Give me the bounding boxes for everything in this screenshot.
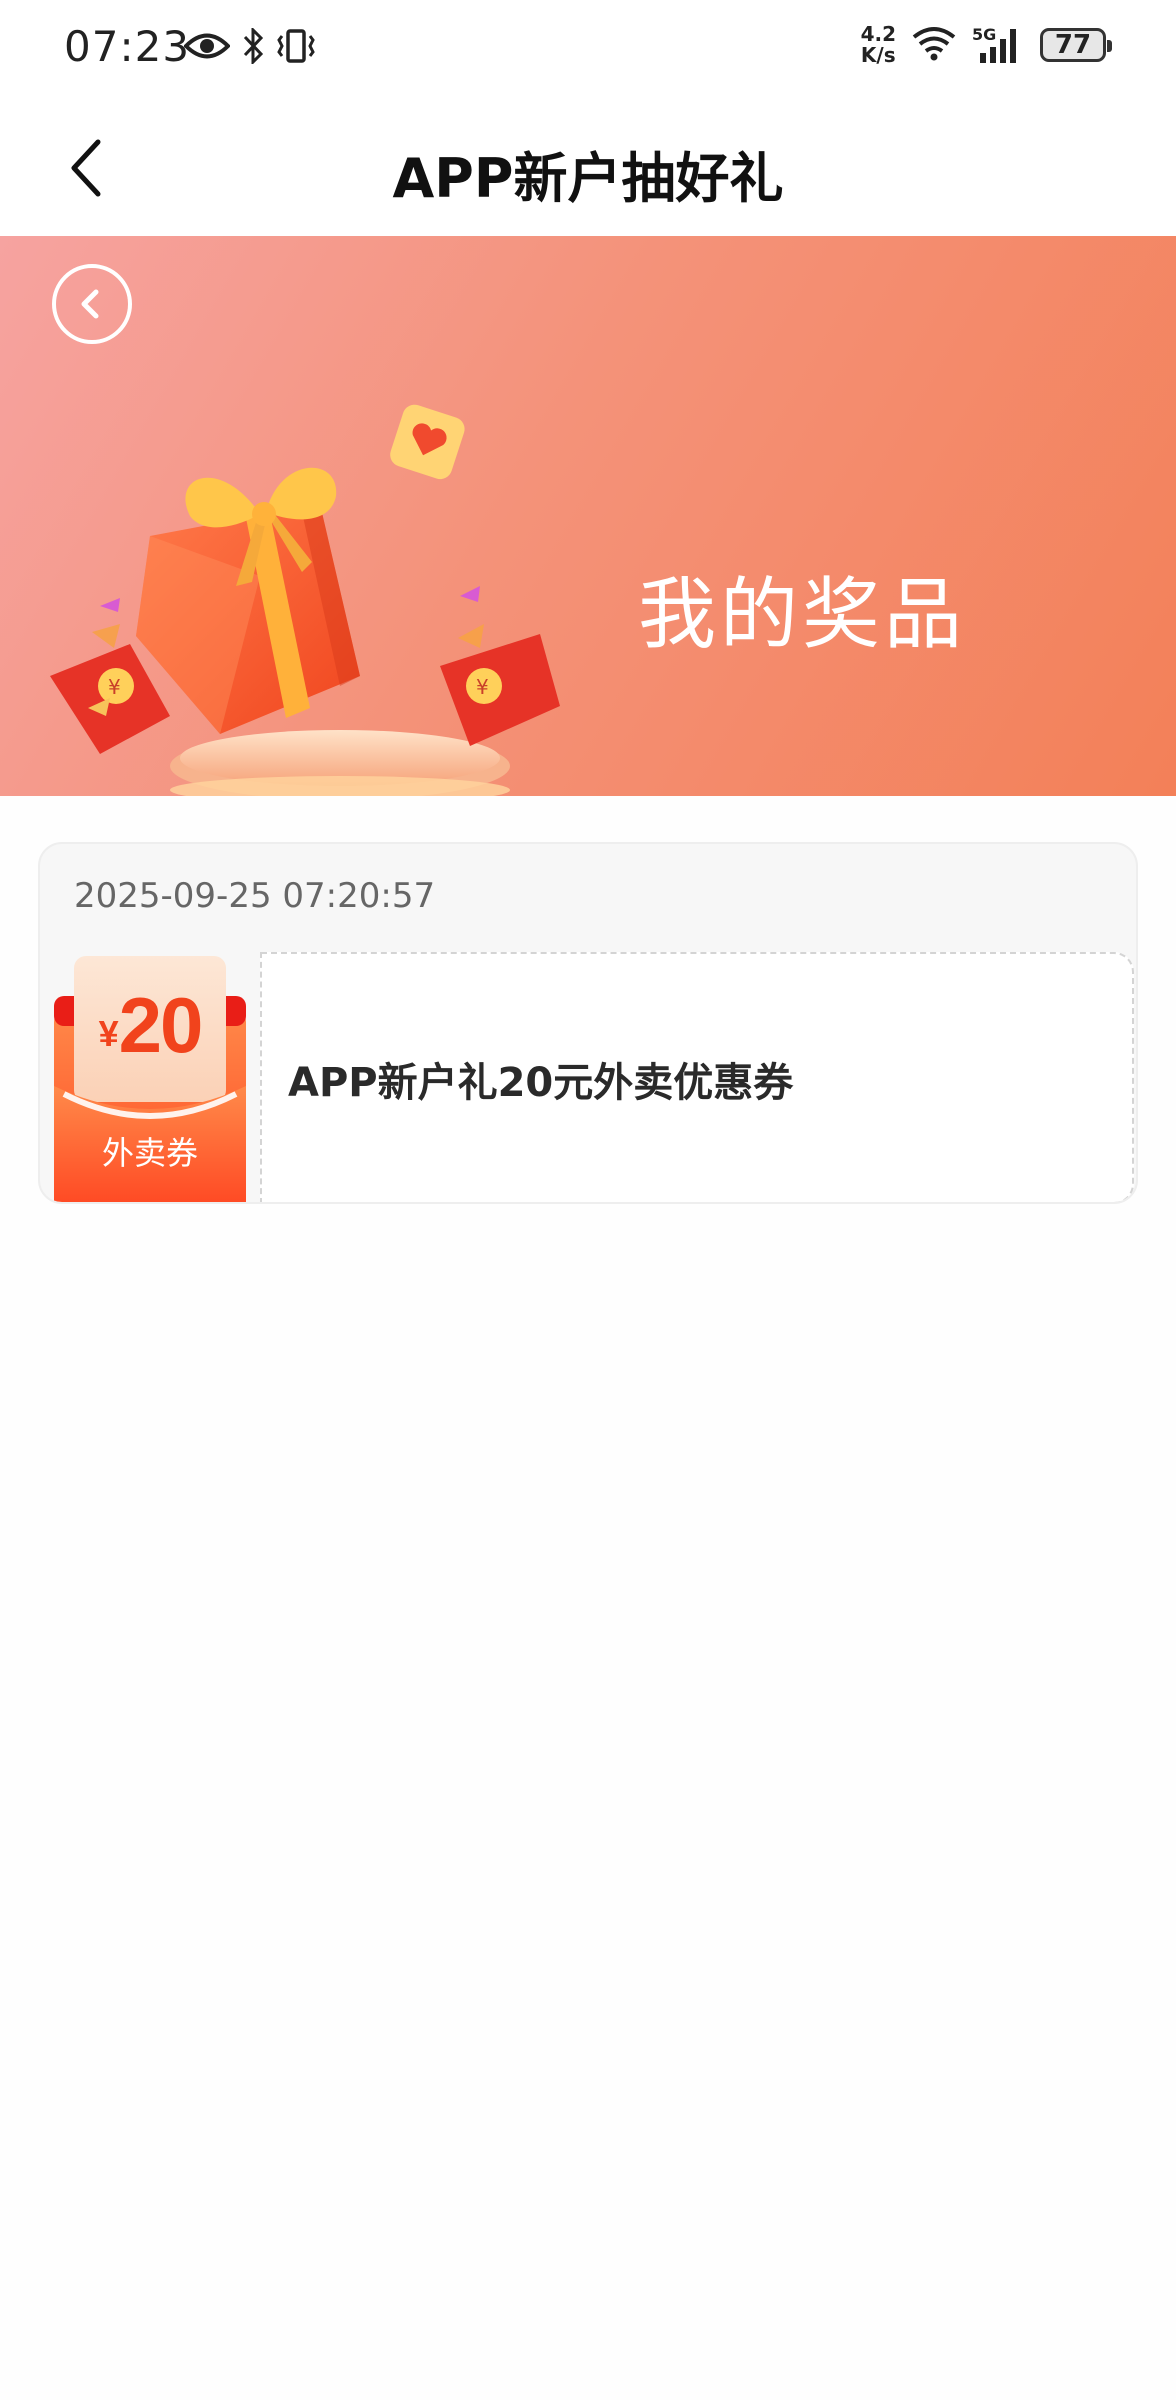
prize-detail: APP新户礼20元外卖优惠券: [260, 952, 1134, 1202]
wifi-icon: [910, 25, 958, 65]
prize-card[interactable]: 2025-09-25 07:20:57 ¥20 外卖券 APP新户礼20元外卖优…: [38, 842, 1138, 1204]
prize-name: APP新户礼20元外卖优惠券: [288, 1060, 794, 1106]
prize-time: 2025-09-25 07:20:57: [74, 876, 436, 916]
circle-chevron-left-icon: [81, 289, 99, 319]
coupon-type: 外卖券: [101, 1134, 198, 1172]
prize-banner: ¥ ¥ 我的奖品: [0, 236, 1176, 796]
banner-title: 我的奖品: [638, 570, 967, 660]
gift-box-illustration: ¥ ¥: [50, 404, 560, 796]
coupon-amount: ¥20: [98, 981, 204, 1069]
battery-level: 77: [1054, 30, 1092, 60]
network-speed: 4.2 K/s: [860, 22, 896, 67]
bluetooth-icon: [242, 26, 264, 68]
eye-icon: [183, 31, 231, 65]
svg-text:¥: ¥: [108, 675, 121, 699]
status-icons-left: [183, 26, 316, 68]
banner-back-button[interactable]: [52, 264, 132, 344]
page-title: APP新户抽好礼: [392, 147, 784, 210]
nav-bar: APP新户抽好礼: [0, 100, 1176, 236]
battery-icon: 77: [1040, 28, 1112, 62]
vibrate-icon: [276, 28, 316, 68]
status-time: 07:23: [64, 22, 191, 71]
signal-icon: 5G: [972, 25, 1026, 65]
coupon-icon: ¥20 外卖券: [54, 956, 246, 1202]
svg-text:¥: ¥: [476, 675, 489, 699]
status-bar: 07:23 4.2 K/s 5G 77: [0, 0, 1176, 100]
status-icons-right: 4.2 K/s 5G 77: [860, 22, 1112, 67]
